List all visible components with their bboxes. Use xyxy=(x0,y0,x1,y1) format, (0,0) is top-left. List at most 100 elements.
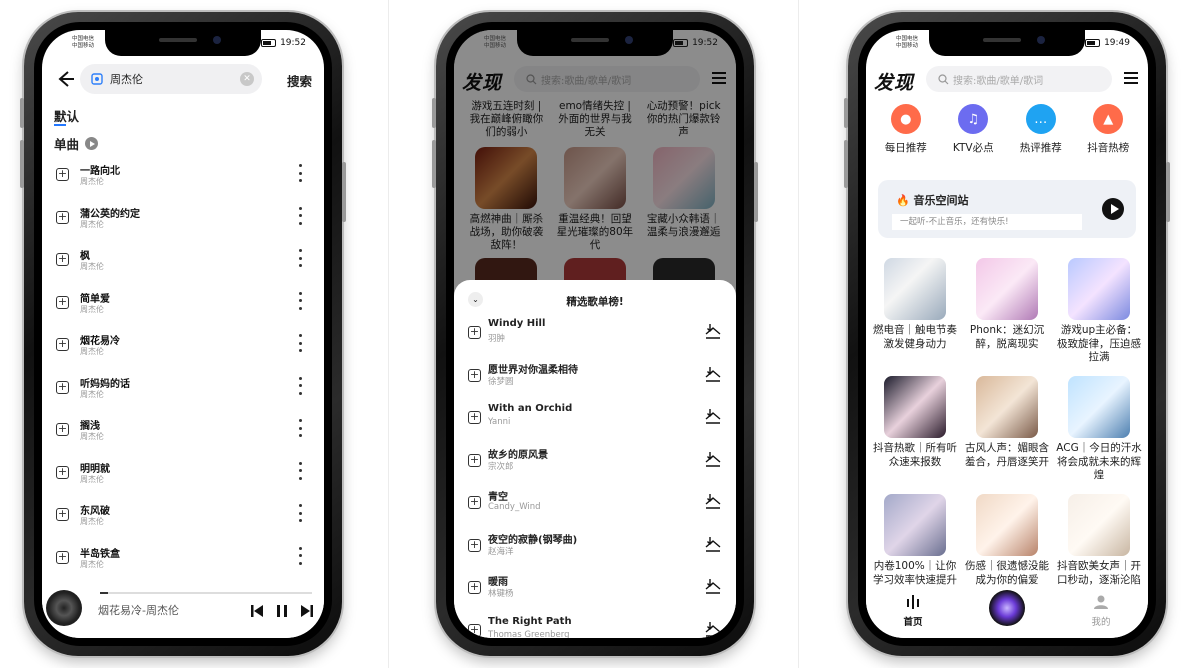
category-item[interactable]: ▲ 抖音热榜 xyxy=(1076,104,1140,155)
track-artist: 宗次郎 xyxy=(488,461,514,472)
add-icon[interactable]: + xyxy=(468,453,481,467)
add-icon[interactable]: + xyxy=(56,295,69,309)
playlist-card[interactable]: 抖音热歌｜所有听众速来报数 xyxy=(872,376,958,490)
category-item[interactable]: ♫ KTV必点 xyxy=(941,104,1005,155)
add-icon[interactable]: + xyxy=(468,326,481,339)
download-icon[interactable] xyxy=(704,535,722,553)
add-icon[interactable]: + xyxy=(56,210,69,224)
add-icon[interactable]: + xyxy=(468,496,481,509)
add-icon[interactable]: + xyxy=(56,508,69,521)
more-icon[interactable] xyxy=(298,164,302,182)
add-icon[interactable]: + xyxy=(56,380,69,394)
playlist-card[interactable]: 游戏up主必备：极致旋律，压迫感拉满 xyxy=(1056,258,1142,372)
add-icon[interactable]: + xyxy=(468,411,481,424)
modal-overlay[interactable] xyxy=(454,30,736,300)
track-row[interactable]: + 愿世界对你温柔相待 徐梦圆 xyxy=(454,359,736,402)
search-input[interactable]: 周杰伦 ✕ xyxy=(80,64,262,94)
album-disc-icon[interactable] xyxy=(46,590,82,626)
song-row[interactable]: + 烟花易冷 周杰伦 xyxy=(42,330,324,373)
play-all-icon[interactable] xyxy=(85,137,99,150)
category-item[interactable]: ● 每日推荐 xyxy=(874,104,938,155)
category-label: 抖音热榜 xyxy=(1087,142,1130,154)
add-icon[interactable]: + xyxy=(468,623,481,637)
track-row[interactable]: + 故乡的原风景 宗次郎 xyxy=(454,444,736,487)
download-icon[interactable] xyxy=(704,407,722,425)
play-icon[interactable] xyxy=(1102,198,1124,220)
phone-playlist-sheet: 中国电信 中国移动 19:52 发现 搜索:歌曲/歌单/歌词 游戏五连时刻 | 我… xyxy=(432,12,758,656)
search-icon xyxy=(938,73,949,84)
track-row[interactable]: + 夜空的寂静(钢琴曲) 赵海洋 xyxy=(454,529,736,572)
playlist-card[interactable]: Phonk：迷幻沉醉，脱离现实 xyxy=(964,258,1050,372)
tab-default[interactable]: 默认 xyxy=(54,106,79,125)
playlist-cover-image xyxy=(884,258,946,320)
menu-icon[interactable] xyxy=(1124,72,1138,84)
download-icon[interactable] xyxy=(704,577,722,595)
search-input[interactable]: 搜索:歌曲/歌单/歌词 xyxy=(926,66,1112,92)
mini-player[interactable]: 烟花易冷-周杰伦 xyxy=(42,584,324,638)
track-row[interactable]: + Windy Hill 羽肿 xyxy=(454,316,736,359)
song-row[interactable]: + 半岛铁盒 周杰伦 xyxy=(42,543,324,586)
add-icon[interactable]: + xyxy=(56,423,69,436)
nav-player[interactable] xyxy=(977,590,1037,626)
side-button xyxy=(342,162,346,222)
search-button[interactable]: 搜索 xyxy=(287,71,312,90)
category-icon: ● xyxy=(890,104,921,134)
track-row[interactable]: + With an Orchid Yanni xyxy=(454,401,736,444)
more-icon[interactable] xyxy=(298,546,302,565)
section-title: 单曲 xyxy=(54,137,80,152)
song-row[interactable]: + 一路向北 周杰伦 xyxy=(42,160,324,203)
add-icon[interactable]: + xyxy=(468,538,481,552)
category-item[interactable]: … 热评推荐 xyxy=(1009,104,1073,155)
song-row[interactable]: + 简单爱 周杰伦 xyxy=(42,288,324,331)
song-title: 搁浅 xyxy=(80,421,100,432)
more-icon[interactable] xyxy=(298,461,302,480)
download-icon[interactable] xyxy=(704,492,722,510)
download-icon[interactable] xyxy=(704,322,722,340)
progress-bar[interactable] xyxy=(100,592,312,594)
nav-me[interactable]: 我的 xyxy=(1071,594,1131,628)
song-row[interactable]: + 东风破 周杰伦 xyxy=(42,500,324,543)
track-row[interactable]: + 青空 Candy_Wind xyxy=(454,486,736,529)
track-artist: 徐梦圆 xyxy=(488,376,514,387)
add-icon[interactable]: + xyxy=(56,168,69,181)
song-row[interactable]: + 枫周杰伦 xyxy=(42,245,324,288)
playlist-title: 燃电音｜触电节奏激发健身动力 xyxy=(873,324,957,350)
track-row[interactable]: + The Right Path Thomas Greenberg xyxy=(454,614,736,638)
previous-icon[interactable] xyxy=(250,604,264,618)
more-icon[interactable] xyxy=(298,376,302,395)
playlist-cover-image xyxy=(884,494,946,556)
playlist-title: ACG｜今日的汗水将会成就未来的辉煌 xyxy=(1056,442,1142,481)
song-title: 枫 xyxy=(80,251,90,262)
add-icon[interactable]: + xyxy=(468,581,481,594)
playlist-card[interactable]: 燃电音｜触电节奏激发健身动力 xyxy=(872,258,958,372)
add-icon[interactable]: + xyxy=(56,550,69,564)
song-row[interactable]: + 蒲公英的约定 周杰伦 xyxy=(42,203,324,246)
music-space-card[interactable]: 🔥 音乐空间站 一起听-不止音乐，还有快乐! xyxy=(878,180,1136,238)
playlist-card[interactable]: 古风人声：媚眼含羞合，丹唇逐笑开 xyxy=(964,376,1050,490)
more-icon[interactable] xyxy=(298,249,302,267)
download-icon[interactable] xyxy=(704,365,722,383)
more-icon[interactable] xyxy=(298,419,302,437)
add-icon[interactable]: + xyxy=(56,338,69,351)
song-row[interactable]: + 听妈妈的话 周杰伦 xyxy=(42,373,324,416)
add-icon[interactable]: + xyxy=(56,465,69,479)
add-icon[interactable]: + xyxy=(56,253,69,266)
nav-home[interactable]: 首页 xyxy=(883,594,943,628)
add-icon[interactable]: + xyxy=(468,368,481,382)
clear-icon[interactable]: ✕ xyxy=(240,72,254,86)
more-icon[interactable] xyxy=(298,291,302,310)
song-artist: 周杰伦 xyxy=(80,262,104,271)
song-artist: 周杰伦 xyxy=(80,559,104,569)
back-arrow-icon[interactable] xyxy=(54,68,76,90)
download-icon[interactable] xyxy=(704,620,722,638)
download-icon[interactable] xyxy=(704,450,722,468)
more-icon[interactable] xyxy=(298,504,302,522)
song-row[interactable]: + 明明就 周杰伦 xyxy=(42,458,324,501)
playlist-card[interactable]: ACG｜今日的汗水将会成就未来的辉煌 xyxy=(1056,376,1142,490)
track-row[interactable]: + 暖雨 林键杨 xyxy=(454,571,736,614)
pause-icon[interactable] xyxy=(276,604,288,618)
more-icon[interactable] xyxy=(298,206,302,225)
song-row[interactable]: + 搁浅 周杰伦 xyxy=(42,415,324,458)
next-icon[interactable] xyxy=(300,604,314,618)
more-icon[interactable] xyxy=(298,334,302,352)
